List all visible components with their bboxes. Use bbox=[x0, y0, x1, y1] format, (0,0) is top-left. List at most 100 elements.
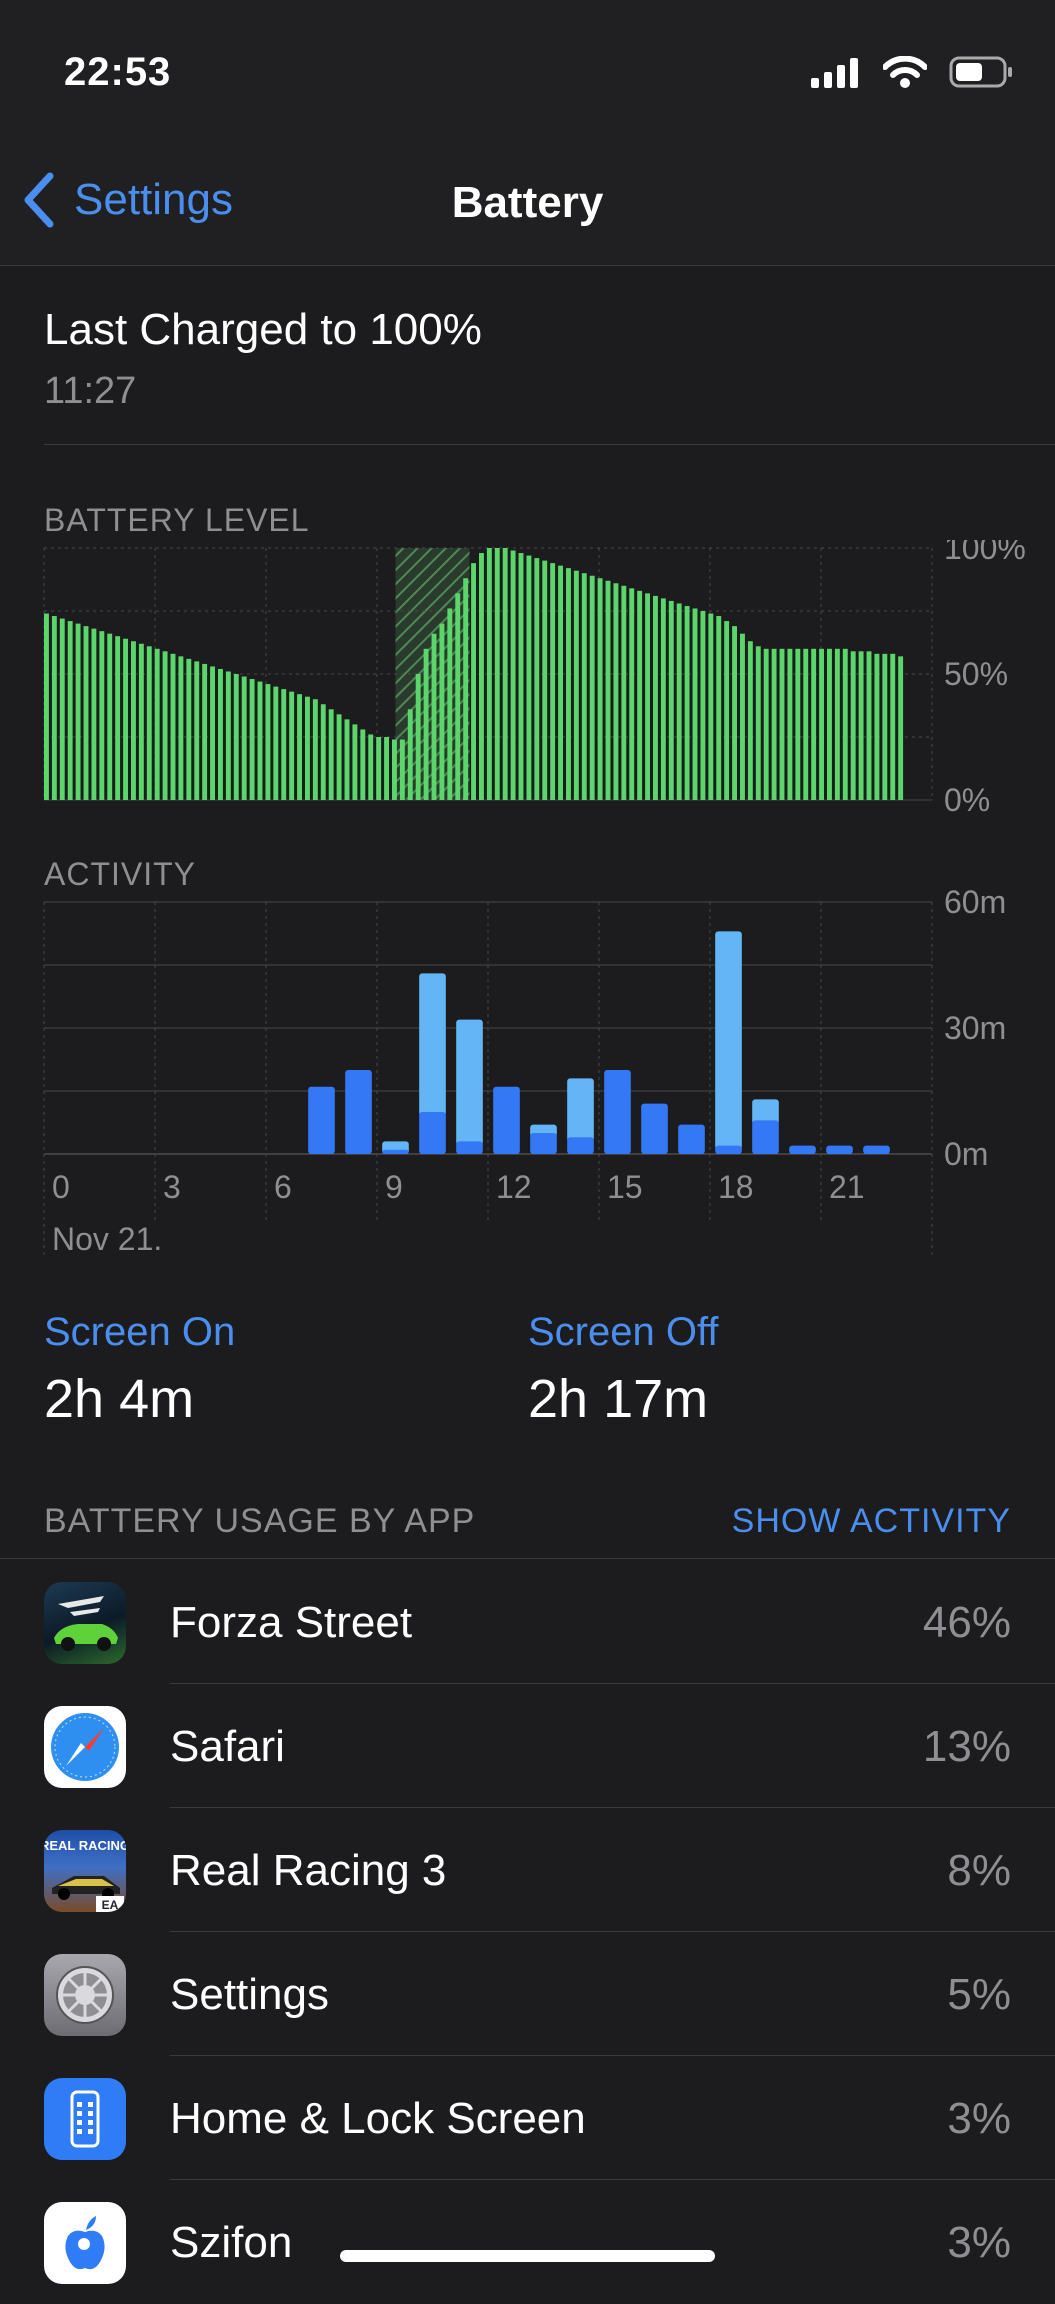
activity-chart: 60m 30m 0m 0 3 6 9 12 15 18 21 Nov 21. bbox=[43, 890, 1006, 1258]
battery-axis-tick: 100% bbox=[944, 540, 1026, 566]
battery-level-bar bbox=[407, 709, 413, 800]
battery-level-bar bbox=[589, 575, 595, 800]
divider bbox=[44, 444, 1055, 445]
battery-level-bar bbox=[399, 739, 405, 800]
battery-level-bar bbox=[138, 643, 144, 800]
battery-level-bar bbox=[328, 709, 334, 800]
battery-level-bar bbox=[194, 661, 200, 800]
battery-level-bar bbox=[834, 648, 840, 800]
activity-bar-screen-off bbox=[456, 1019, 483, 1146]
battery-level-bar bbox=[534, 558, 540, 800]
battery-level-bar bbox=[257, 681, 263, 800]
last-charged-time: 11:27 bbox=[44, 370, 137, 412]
status-time: 22:53 bbox=[64, 50, 172, 94]
show-activity-button[interactable]: SHOW ACTIVITY bbox=[732, 1502, 1011, 1541]
app-name: Settings bbox=[170, 1970, 329, 2019]
battery-level-bar bbox=[684, 605, 690, 800]
app-name: Szifon bbox=[170, 2218, 293, 2267]
activity-date-label: Nov 21. bbox=[52, 1221, 162, 1257]
battery-level-bar bbox=[479, 553, 484, 800]
activity-bar-screen-on bbox=[530, 1133, 557, 1154]
battery-level-bar bbox=[218, 668, 223, 800]
battery-level-bar bbox=[724, 621, 730, 800]
battery-level-bar bbox=[842, 648, 848, 800]
app-row-settings[interactable]: Settings 5% bbox=[0, 1932, 1055, 2056]
app-percent: 46% bbox=[922, 1598, 1011, 1647]
battery-level-bar bbox=[241, 676, 247, 800]
app-name: Real Racing 3 bbox=[170, 1846, 447, 1895]
activity-axis-tick: 0m bbox=[944, 1136, 988, 1172]
battery-level-bar bbox=[447, 608, 453, 800]
activity-label: ACTIVITY bbox=[44, 856, 197, 892]
battery-level-bar bbox=[44, 613, 49, 800]
battery-level-bar bbox=[99, 631, 105, 800]
battery-level-bar bbox=[360, 729, 366, 800]
battery-level-bar bbox=[115, 636, 121, 800]
battery-level-bar bbox=[890, 653, 896, 800]
battery-level-bar bbox=[415, 674, 421, 800]
activity-hour-tick: 3 bbox=[163, 1169, 181, 1205]
activity-hour-tick: 18 bbox=[718, 1169, 754, 1205]
app-row-forza-street[interactable]: Forza Street 46% bbox=[0, 1560, 1055, 1684]
battery-level-bar bbox=[162, 651, 168, 800]
battery-level-bar bbox=[154, 648, 160, 800]
home-lock-screen-icon bbox=[44, 2078, 126, 2160]
battery-level-bar bbox=[51, 616, 57, 800]
battery-level-bar bbox=[178, 656, 184, 800]
battery-level-bar bbox=[621, 585, 627, 800]
battery-level-bar bbox=[771, 648, 777, 800]
battery-level-bar bbox=[392, 739, 397, 800]
battery-level-bar bbox=[676, 603, 682, 800]
battery-level-bar bbox=[779, 648, 785, 800]
activity-hour-tick: 15 bbox=[607, 1169, 643, 1205]
battery-level-bar bbox=[384, 737, 389, 800]
activity-hour-tick: 6 bbox=[274, 1169, 292, 1205]
home-indicator[interactable] bbox=[340, 2250, 715, 2262]
divider bbox=[0, 1558, 1055, 1559]
battery-level-bar bbox=[850, 651, 856, 800]
screen-on-value: 2h 4m bbox=[44, 1369, 195, 1429]
battery-level-bar bbox=[740, 633, 745, 800]
activity-bar-screen-on bbox=[456, 1141, 483, 1154]
activity-hour-tick: 0 bbox=[52, 1169, 70, 1205]
real-racing-3-icon: REAL RACING EA bbox=[44, 1830, 126, 1912]
battery-level-bar bbox=[431, 633, 437, 800]
battery-level-bar bbox=[423, 648, 429, 800]
battery-level-bar bbox=[629, 588, 635, 800]
activity-bar-screen-on bbox=[678, 1124, 705, 1154]
battery-level-bar bbox=[494, 548, 500, 800]
battery-level-bar bbox=[645, 593, 651, 800]
battery-level-bar bbox=[708, 613, 714, 800]
cellular-signal-icon bbox=[811, 58, 858, 88]
battery-level-bar bbox=[882, 653, 888, 800]
activity-bar-screen-on bbox=[863, 1145, 890, 1154]
screen-off-value: 2h 17m bbox=[528, 1369, 709, 1429]
real-racing-logo-text: REAL RACING bbox=[44, 1838, 126, 1853]
battery-level-bar bbox=[819, 648, 825, 800]
battery-level-bar bbox=[668, 600, 674, 800]
safari-icon bbox=[44, 1706, 126, 1788]
app-percent: 13% bbox=[922, 1722, 1011, 1771]
battery-level-bar bbox=[558, 565, 563, 800]
battery-level-bar bbox=[210, 666, 215, 800]
activity-bar-screen-on bbox=[641, 1103, 668, 1154]
app-row-szifon[interactable]: Szifon 3% bbox=[0, 2180, 1055, 2304]
battery-level-bar bbox=[732, 626, 738, 800]
battery-level-bar bbox=[233, 674, 239, 800]
battery-level-bar bbox=[827, 648, 832, 800]
battery-level-bar bbox=[75, 623, 81, 800]
battery-level-bar bbox=[123, 638, 128, 800]
app-row-home-lock-screen[interactable]: Home & Lock Screen 3% bbox=[0, 2056, 1055, 2180]
battery-level-bar bbox=[502, 548, 508, 800]
app-row-safari[interactable]: Safari 13% bbox=[0, 1684, 1055, 1808]
activity-hour-tick: 21 bbox=[829, 1169, 865, 1205]
forza-street-icon bbox=[44, 1582, 126, 1664]
battery-level-bar bbox=[249, 679, 255, 800]
app-name: Home & Lock Screen bbox=[170, 2094, 586, 2143]
battery-level-bar bbox=[376, 737, 382, 800]
activity-bar-screen-on bbox=[493, 1086, 520, 1154]
battery-level-bar bbox=[67, 621, 73, 800]
battery-level-bar bbox=[803, 648, 809, 800]
app-row-real-racing-3[interactable]: REAL RACING EA Real Racing 3 8% bbox=[0, 1808, 1055, 1932]
ea-badge-text: EA bbox=[102, 1898, 119, 1912]
